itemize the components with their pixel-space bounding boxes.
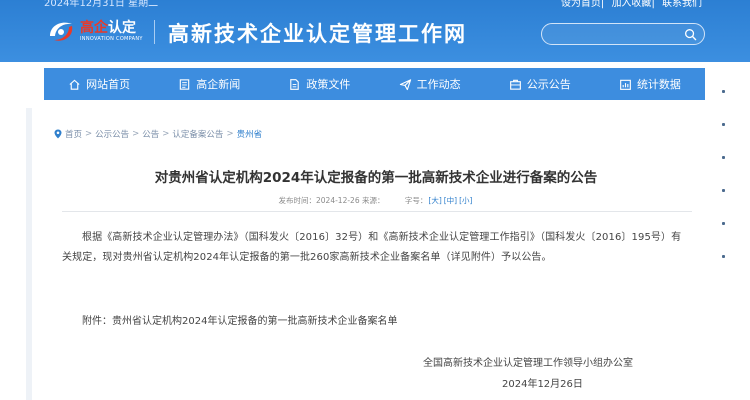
- attachment-line[interactable]: 附件：贵州省认定机构2024年认定报备的第一批高新技术企业备案名单: [62, 312, 682, 327]
- date-text: 2024年12月31日 星期二: [44, 0, 159, 9]
- top-links: 设为首页| 加入收藏| 联系我们: [560, 0, 702, 9]
- article-title: 对贵州省认定机构2024年认定报备的第一批高新技术企业进行备案的公告: [154, 170, 598, 186]
- article-paragraph: 根据《高新技术企业认定管理办法》（国科发火〔2016〕32号）和《高新技术企业认…: [62, 232, 682, 263]
- nav-item-news[interactable]: 高企新闻: [154, 68, 264, 100]
- home-icon: [69, 79, 80, 90]
- side-decoration: [722, 90, 728, 288]
- nav-label: 工作动态: [416, 78, 461, 91]
- search-icon[interactable]: [684, 28, 697, 41]
- publish-info: 发布时间：2024-12-26 来源：: [278, 196, 385, 205]
- nav-item-notice[interactable]: 公示公告: [485, 68, 595, 100]
- news-icon: [180, 78, 190, 90]
- main-nav: 网站首页 高企新闻 政策文件 工作动态 公示公告 统计数据: [44, 68, 705, 100]
- nav-label: 统计数据: [636, 78, 681, 91]
- site-logo[interactable]: 高企认定 INNOVATION COMPANY: [46, 16, 156, 48]
- contact-link[interactable]: 联系我们: [662, 0, 702, 9]
- search-box: [541, 23, 705, 45]
- logo-text-rest: 认定: [108, 20, 136, 36]
- search-input[interactable]: [550, 26, 680, 42]
- font-size-large[interactable]: [大]: [428, 196, 441, 205]
- nav-label: 高企新闻: [196, 78, 241, 91]
- calendar-chart-icon: [620, 79, 631, 90]
- location-pin-icon: [54, 129, 62, 139]
- send-icon: [399, 78, 411, 90]
- nav-label: 网站首页: [86, 78, 131, 91]
- nav-item-policy[interactable]: 政策文件: [264, 68, 374, 100]
- set-homepage-link[interactable]: 设为首页: [561, 0, 601, 9]
- logo-text-highlight: 高企: [80, 20, 108, 36]
- add-favorite-link[interactable]: 加入收藏: [611, 0, 651, 9]
- font-size-medium[interactable]: [中]: [444, 196, 457, 205]
- breadcrumb-current[interactable]: 贵州省: [237, 128, 263, 140]
- breadcrumb-separator: >: [162, 129, 170, 139]
- logo-subtitle: INNOVATION COMPANY: [80, 36, 143, 42]
- breadcrumb-home[interactable]: 首页: [65, 128, 82, 140]
- signature-date: 2024年12月26日: [502, 379, 583, 390]
- nav-label: 公示公告: [526, 78, 571, 91]
- breadcrumb-filing[interactable]: 认定备案公告: [172, 128, 223, 140]
- nav-item-work[interactable]: 工作动态: [375, 68, 485, 100]
- logo-divider: [154, 20, 155, 44]
- nav-item-stats[interactable]: 统计数据: [595, 68, 705, 100]
- font-size-controls: 字号：[大] [中] [小]: [405, 196, 474, 205]
- nav-item-home[interactable]: 网站首页: [44, 68, 154, 100]
- signature-organization: 全国高新技术企业认定管理工作领导小组办公室: [423, 358, 633, 369]
- title-divider: [62, 211, 692, 212]
- breadcrumb-notices[interactable]: 公示公告: [95, 128, 129, 140]
- font-size-label: 字号：: [404, 196, 428, 205]
- site-title: 高新技术企业认定管理工作网: [168, 22, 467, 46]
- document-icon: [290, 78, 300, 90]
- font-size-small[interactable]: [小]: [459, 196, 472, 205]
- breadcrumb-separator: >: [85, 129, 93, 139]
- logo-text: 高企认定: [80, 17, 136, 37]
- article-meta: 发布时间：2024-12-26 来源： 字号：[大] [中] [小]: [56, 195, 696, 206]
- breadcrumb-announcement[interactable]: 公告: [142, 128, 159, 140]
- site-header: 2024年12月31日 星期二 设为首页| 加入收藏| 联系我们 高企认定 IN…: [0, 0, 750, 62]
- breadcrumb-separator: >: [132, 129, 140, 139]
- logo-swirl-icon: [50, 22, 73, 41]
- breadcrumb-separator: >: [226, 129, 234, 139]
- briefcase-icon: [509, 79, 521, 90]
- breadcrumb: 首页 > 公示公告 > 公告 > 认定备案公告 > 贵州省: [54, 128, 262, 140]
- nav-label: 政策文件: [306, 78, 351, 91]
